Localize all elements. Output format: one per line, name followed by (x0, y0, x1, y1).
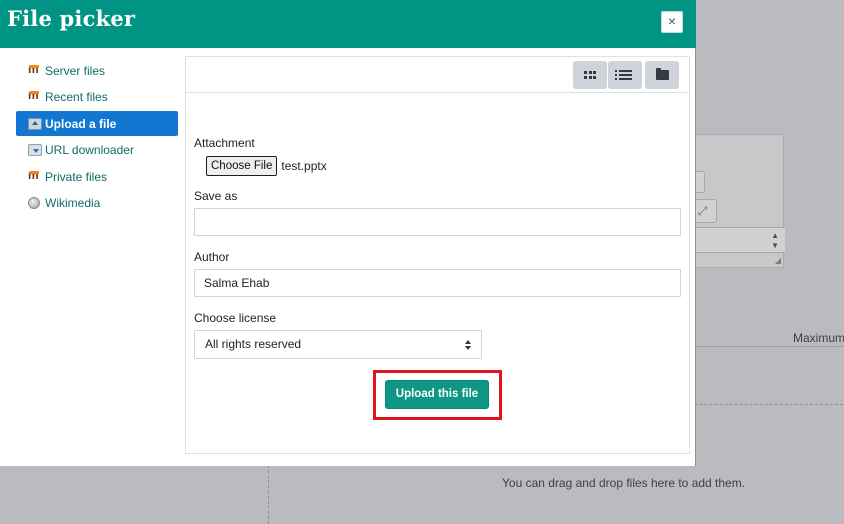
choose-file-button[interactable]: Choose File (206, 156, 278, 176)
sidebar-item-url-downloader[interactable]: URL downloader (16, 138, 178, 163)
select-caret-icon (465, 340, 471, 350)
view-tree-button[interactable] (645, 61, 679, 89)
close-button[interactable]: × (661, 11, 683, 33)
sidebar-item-private-files[interactable]: Private files (16, 164, 178, 189)
author-label: Author (194, 250, 230, 264)
sidebar-item-label: Server files (45, 63, 106, 78)
save-as-label: Save as (194, 189, 238, 203)
view-tree-icon (655, 68, 669, 80)
background-maximum-label: Maximum (793, 331, 844, 345)
background-editor: ⤢ ▲ ▼ ◢ (689, 134, 785, 268)
author-input[interactable] (194, 269, 681, 297)
file-input: Choose File test.pptx (206, 156, 327, 176)
sidebar-item-label: Upload a file (45, 116, 117, 131)
license-select[interactable]: All rights reserved (194, 330, 482, 359)
repository-sidebar: Server files Recent files Upload a file … (16, 58, 178, 217)
upload-this-file-button[interactable]: Upload this file (385, 380, 489, 409)
view-toolbar (186, 57, 689, 93)
view-icons-icon (584, 71, 596, 79)
close-icon: × (667, 13, 677, 29)
wikimedia-globe-icon (28, 197, 40, 209)
license-selected-value: All rights reserved (205, 337, 302, 351)
sidebar-item-label: Recent files (45, 90, 108, 104)
resize-grip-icon: ◢ (774, 256, 781, 265)
license-label: Choose license (194, 311, 277, 325)
file-picker-dialog: File picker × Server files Recent files … (0, 0, 696, 466)
sidebar-item-server-files[interactable]: Server files (16, 58, 178, 83)
background-drag-drop-text: You can drag and drop files here to add … (502, 476, 746, 490)
view-icons-button[interactable] (573, 61, 607, 89)
background-divider (696, 346, 844, 347)
attachment-label: Attachment (194, 136, 255, 150)
sidebar-item-label: URL downloader (45, 143, 134, 157)
scroll-arrows-icon: ▲ ▼ (771, 231, 779, 250)
upload-panel: Attachment Choose File test.pptx Save as… (185, 56, 690, 454)
url-download-icon (28, 144, 42, 156)
sidebar-item-recent-files[interactable]: Recent files (16, 85, 178, 110)
sidebar-item-label: Private files (45, 169, 108, 184)
sidebar-item-wikimedia[interactable]: Wikimedia (16, 191, 178, 216)
dialog-title: File picker (7, 6, 136, 31)
sidebar-item-label: Wikimedia (45, 196, 101, 210)
moodle-icon (28, 62, 42, 77)
save-as-input[interactable] (194, 208, 681, 236)
sidebar-item-upload-a-file[interactable]: Upload a file (16, 111, 178, 136)
upload-icon (28, 117, 42, 130)
moodle-icon (28, 88, 42, 103)
view-list-button[interactable] (608, 61, 642, 89)
selected-file-name: test.pptx (281, 159, 327, 173)
dialog-header: File picker × (0, 0, 696, 48)
view-list-icon (614, 70, 632, 80)
moodle-icon (28, 168, 42, 183)
